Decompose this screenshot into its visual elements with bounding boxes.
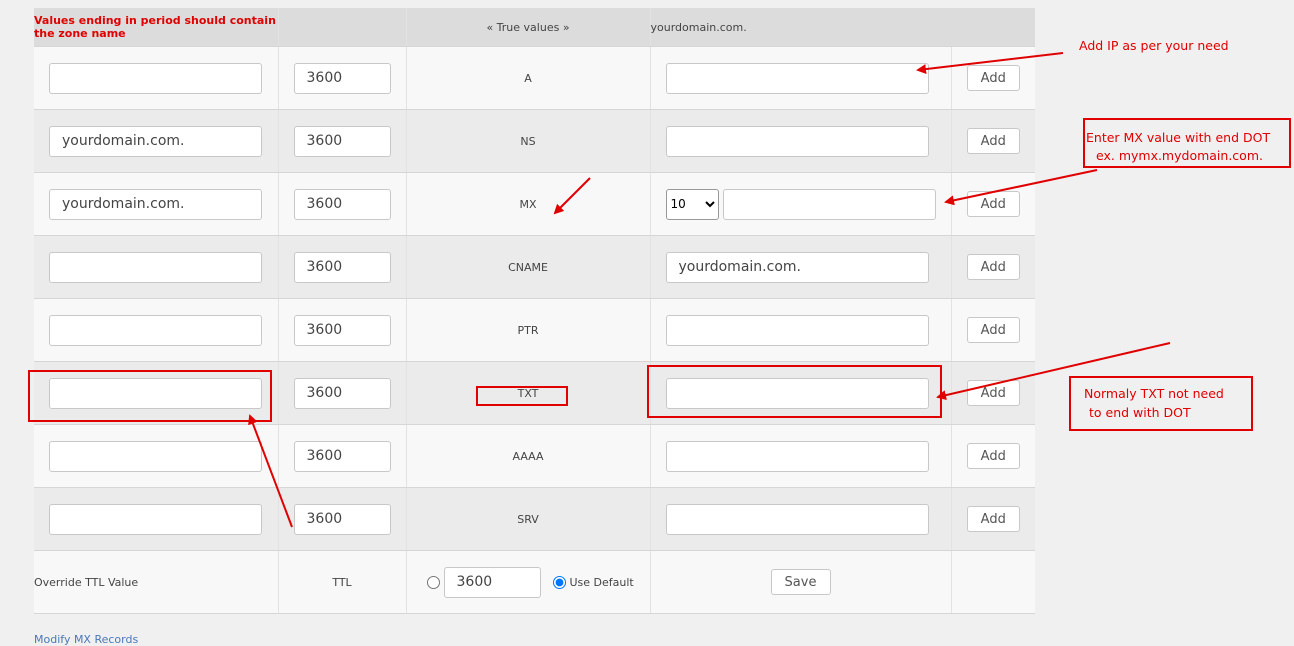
mx-type-arrow [553,177,591,215]
txt-name-arrow [248,414,293,528]
mx-value-arrow [944,169,1098,206]
add-ip-arrow [916,52,1064,75]
txt-value-arrow [936,342,1171,401]
annotation-arrows [248,52,1171,528]
